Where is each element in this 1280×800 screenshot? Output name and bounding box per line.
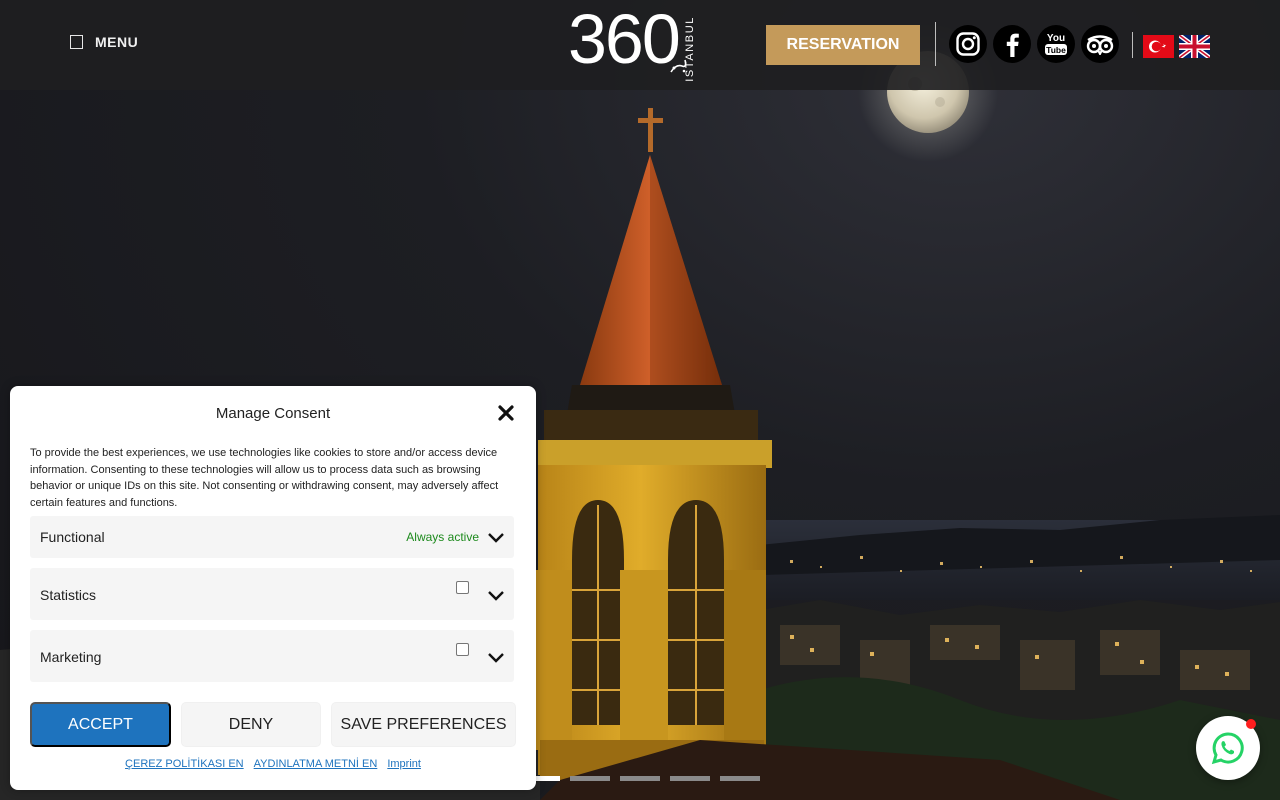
logo-ornament-icon [670,59,687,73]
turkish-flag-icon[interactable] [1143,35,1174,58]
close-icon[interactable] [496,403,516,423]
whatsapp-icon [1211,732,1244,765]
chevron-down-icon[interactable] [486,650,506,664]
consent-links: ÇEREZ POLİTİKASI EN AYDINLATMA METNİ EN … [10,758,536,770]
youtube-icon: You Tube [1045,33,1067,55]
logo-number: 360 [568,0,681,78]
chevron-down-icon[interactable] [486,588,506,602]
deny-button[interactable]: DENY [181,702,321,747]
slider-pagination [520,776,760,781]
cookie-policy-link[interactable]: ÇEREZ POLİTİKASI EN [125,758,244,770]
chevron-down-icon[interactable] [486,530,506,544]
svg-text:You: You [1047,33,1065,44]
privacy-notice-link[interactable]: AYDINLATMA METNİ EN [254,758,378,770]
logo[interactable]: 360 ISTANBUL [568,4,718,82]
category-label: Functional [40,529,105,545]
imprint-link[interactable]: Imprint [387,758,421,770]
accept-button[interactable]: ACCEPT [30,702,171,747]
youtube-link[interactable]: You Tube [1037,25,1075,63]
menu-label: MENU [95,34,139,50]
slider-dot[interactable] [720,776,760,781]
always-active-label: Always active [406,530,479,544]
consent-category-marketing[interactable]: Marketing [30,630,514,682]
tripadvisor-link[interactable] [1081,25,1119,63]
save-preferences-button[interactable]: SAVE PREFERENCES [331,702,516,747]
category-label: Marketing [40,649,102,665]
consent-title: Manage Consent [215,405,331,422]
slider-dot[interactable] [570,776,610,781]
notification-badge [1246,719,1256,729]
uk-flag-icon[interactable] [1179,35,1210,58]
cookie-consent-dialog: Manage Consent To provide the best exper… [10,386,536,790]
category-label: Statistics [40,587,97,603]
tripadvisor-icon [1086,35,1114,55]
statistics-checkbox[interactable] [456,581,469,594]
slider-dot[interactable] [670,776,710,781]
consent-description: To provide the best experiences, we use … [30,447,499,509]
header-divider-flags [1132,32,1133,58]
svg-text:Tube: Tube [1046,45,1066,55]
menu-button[interactable]: MENU [70,34,138,50]
consent-category-functional[interactable]: Functional Always active [30,516,514,558]
instagram-icon [956,32,980,56]
facebook-link[interactable] [993,25,1031,63]
facebook-icon [1006,33,1019,57]
consent-category-statistics[interactable]: Statistics [30,568,514,620]
slider-dot[interactable] [620,776,660,781]
reservation-button[interactable]: RESERVATION [766,25,920,65]
menu-icon [70,35,83,49]
site-header: MENU 360 ISTANBUL RESERVATION You Tube [0,0,1280,90]
instagram-link[interactable] [949,25,987,63]
header-divider [935,22,936,66]
marketing-checkbox[interactable] [456,643,469,656]
